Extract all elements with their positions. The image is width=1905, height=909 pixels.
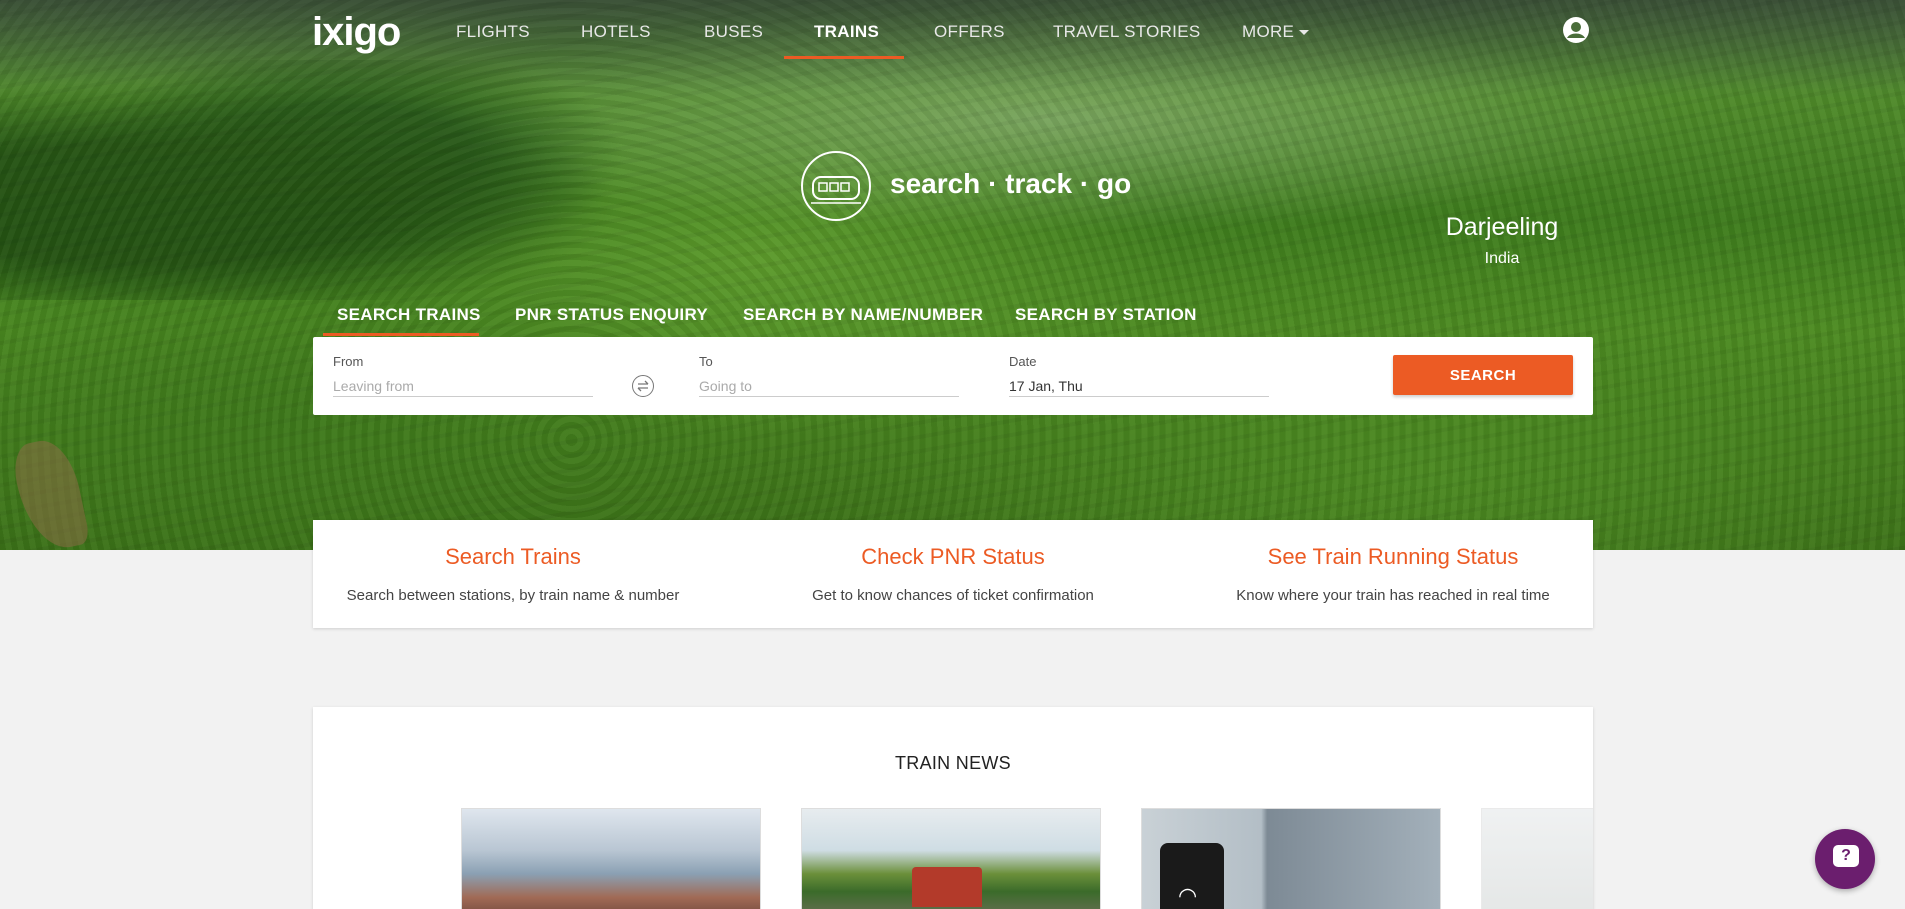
to-label: To <box>699 354 713 369</box>
tagline: search · track · go <box>890 168 1132 199</box>
search-button[interactable]: SEARCH <box>1393 355 1573 395</box>
nav-travel-stories[interactable]: TRAVEL STORIES <box>1053 22 1200 42</box>
date-label: Date <box>1009 354 1037 369</box>
location-country: India <box>1484 250 1520 267</box>
feature-running-status[interactable]: See Train Running Status Know where your… <box>1193 520 1593 628</box>
features-card: Search Trains Search between stations, b… <box>313 520 1593 628</box>
from-input[interactable] <box>333 375 593 397</box>
to-input[interactable] <box>699 375 959 397</box>
feature-title: See Train Running Status <box>1267 544 1519 569</box>
train-icon <box>801 151 871 221</box>
tab-search-trains[interactable]: SEARCH TRAINS <box>337 305 481 325</box>
section-title: TRAIN NEWS <box>894 753 1011 773</box>
nav-active-indicator <box>784 56 904 59</box>
news-thumbnail[interactable] <box>461 808 761 909</box>
tab-pnr-status[interactable]: PNR STATUS ENQUIRY <box>515 305 708 325</box>
feature-desc: Search between stations, by train name &… <box>346 587 680 604</box>
news-thumbnail[interactable] <box>1481 808 1593 909</box>
feature-search-trains[interactable]: Search Trains Search between stations, b… <box>313 520 713 628</box>
tab-search-by-name-number[interactable]: SEARCH BY NAME/NUMBER <box>743 305 983 325</box>
chevron-down-icon <box>1299 30 1310 36</box>
tab-search-by-station[interactable]: SEARCH BY STATION <box>1015 305 1197 325</box>
nav-hotels[interactable]: HOTELS <box>581 22 651 42</box>
nav-offers[interactable]: OFFERS <box>934 22 1005 42</box>
nav-more[interactable]: MORE <box>1242 22 1310 42</box>
feature-desc: Know where your train has reached in rea… <box>1236 587 1550 604</box>
location-city: Darjeeling <box>1445 213 1559 241</box>
nav-more-label: MORE <box>1242 22 1295 41</box>
nav-trains[interactable]: TRAINS <box>814 22 879 42</box>
feature-check-pnr[interactable]: Check PNR Status Get to know chances of … <box>753 520 1153 628</box>
train-image <box>912 867 982 907</box>
train-news-section: TRAIN NEWS ◠ <box>313 707 1593 909</box>
news-thumbnail[interactable]: ◠ <box>1141 808 1441 909</box>
tab-active-indicator <box>323 333 479 336</box>
news-thumbnail[interactable] <box>801 808 1101 909</box>
chat-icon: ? <box>1833 845 1859 867</box>
feature-title: Check PNR Status <box>861 544 1045 569</box>
user-icon[interactable] <box>1562 16 1590 44</box>
nav-buses[interactable]: BUSES <box>704 22 763 42</box>
ixigo-logo[interactable]: ixigo <box>312 10 401 55</box>
from-label: From <box>333 354 364 369</box>
chat-button[interactable]: ? <box>1815 829 1875 889</box>
swap-icon[interactable] <box>632 375 654 397</box>
date-input[interactable]: 17 Jan, Thu <box>1009 375 1269 397</box>
feature-title: Search Trains <box>445 544 581 569</box>
hero-background <box>0 0 1905 550</box>
feature-desc: Get to know chances of ticket confirmati… <box>812 587 1094 604</box>
nav-flights[interactable]: FLIGHTS <box>456 22 530 42</box>
wifi-icon: ◠ <box>1178 883 1198 908</box>
